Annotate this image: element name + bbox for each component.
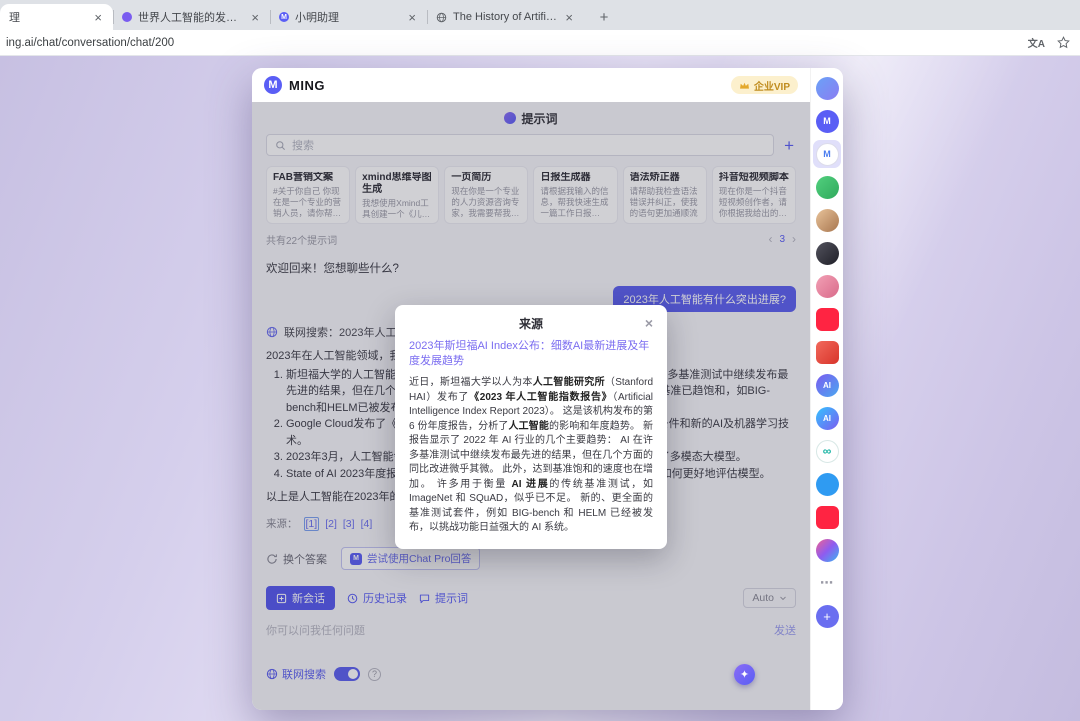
dock-more-button[interactable]: ⋯ (813, 569, 841, 597)
dock-glyph: M (823, 149, 831, 159)
dock-item-xiaohongshu-2[interactable] (813, 503, 841, 531)
dock-item-pink-avatar[interactable] (813, 272, 841, 300)
source-body-text: 近日，斯坦福大学以人为本人工智能研究所（Stanford HAI）发布了《202… (409, 376, 653, 536)
vip-badge-label: 企业VIP (754, 78, 790, 93)
dock-item-ai-app-2[interactable]: AI (813, 404, 841, 432)
dock-item-gradient-app[interactable] (813, 536, 841, 564)
source-link[interactable]: 2023年斯坦福AI Index公布：细数AI最新进展及年度发展趋势 (409, 339, 653, 369)
modal-title: 来源 (519, 317, 543, 331)
dock-item-blue-app[interactable] (813, 470, 841, 498)
new-tab-button[interactable]: + (592, 5, 616, 29)
dock-item-ming-logo[interactable]: M (813, 107, 841, 135)
dock-item-dark-avatar[interactable] (813, 239, 841, 267)
tab-title: 世界人工智能的发展历程 (138, 9, 243, 25)
tab-close-icon[interactable]: × (563, 11, 575, 24)
desktop-wallpaper: M MING 企业VIP 提示词 搜索 + (0, 56, 1080, 721)
translate-icon[interactable]: 文A (1028, 35, 1045, 50)
vip-badge[interactable]: 企业VIP (731, 76, 798, 94)
app-main-panel: M MING 企业VIP 提示词 搜索 + (252, 68, 810, 710)
app-header: M MING 企业VIP (252, 68, 810, 102)
tab-close-icon[interactable]: × (92, 11, 104, 24)
tab-favicon-icon (122, 12, 132, 22)
dock-item-ai-app-1[interactable]: AI (813, 371, 841, 399)
globe-favicon-icon (436, 12, 447, 23)
tab-close-icon[interactable]: × (406, 11, 418, 24)
dock-item-xiaohongshu[interactable] (813, 305, 841, 333)
browser-tab-ming-assistant[interactable]: M 小明助理 × (270, 4, 427, 30)
close-icon[interactable]: × (643, 313, 655, 333)
dock-item-red-app[interactable] (813, 338, 841, 366)
dock-glyph: M (823, 116, 831, 126)
crown-icon (739, 81, 750, 90)
address-bar: ing.ai/chat/conversation/chat/200 文A (0, 30, 1080, 56)
user-avatar[interactable] (813, 74, 841, 102)
dock-glyph: ∞ (823, 444, 832, 458)
tab-close-icon[interactable]: × (249, 11, 261, 24)
more-dots-icon: ⋯ (820, 575, 834, 591)
sources-modal: 来源 × 2023年斯坦福AI Index公布：细数AI最新进展及年度发展趋势 … (395, 305, 667, 549)
browser-tab-ai-history-cn[interactable]: 世界人工智能的发展历程 × (113, 4, 270, 30)
plus-icon: + (823, 609, 831, 624)
brand-name: MING (289, 78, 325, 93)
browser-tab-bar: 理 × 世界人工智能的发展历程 × M 小明助理 × The History o… (0, 0, 1080, 30)
browser-tab-ai-history-en[interactable]: The History of Artificial Intellig... × (427, 4, 584, 30)
bookmark-star-icon[interactable] (1057, 36, 1070, 49)
dock-item-portrait-avatar[interactable] (813, 206, 841, 234)
dock-add-button[interactable]: + (813, 602, 841, 630)
tab-title: 小明助理 (295, 9, 400, 25)
dock-item-green-app[interactable] (813, 173, 841, 201)
ming-logo-icon: M (264, 76, 282, 94)
app-dock: M M AI AI ∞ ⋯ + (810, 68, 843, 710)
ming-favicon-icon: M (279, 12, 289, 22)
dock-glyph: AI (823, 414, 831, 423)
chat-content-area: 提示词 搜索 + FAB营销文案 #关于你自己 你现在是一个专业的营销人员，请你… (252, 102, 810, 710)
url-text[interactable]: ing.ai/chat/conversation/chat/200 (6, 37, 174, 49)
ming-app-window: M MING 企业VIP 提示词 搜索 + (252, 68, 843, 710)
tab-title: The History of Artificial Intellig... (453, 11, 557, 23)
dock-item-teal-infinity[interactable]: ∞ (813, 437, 841, 465)
tab-title: 理 (9, 9, 86, 25)
dock-glyph: AI (823, 381, 831, 390)
browser-tab-cropped[interactable]: 理 × (0, 4, 113, 30)
floating-assistant-button[interactable]: ✦ (734, 664, 755, 685)
dock-item-ming-assistant[interactable]: M (813, 140, 841, 168)
